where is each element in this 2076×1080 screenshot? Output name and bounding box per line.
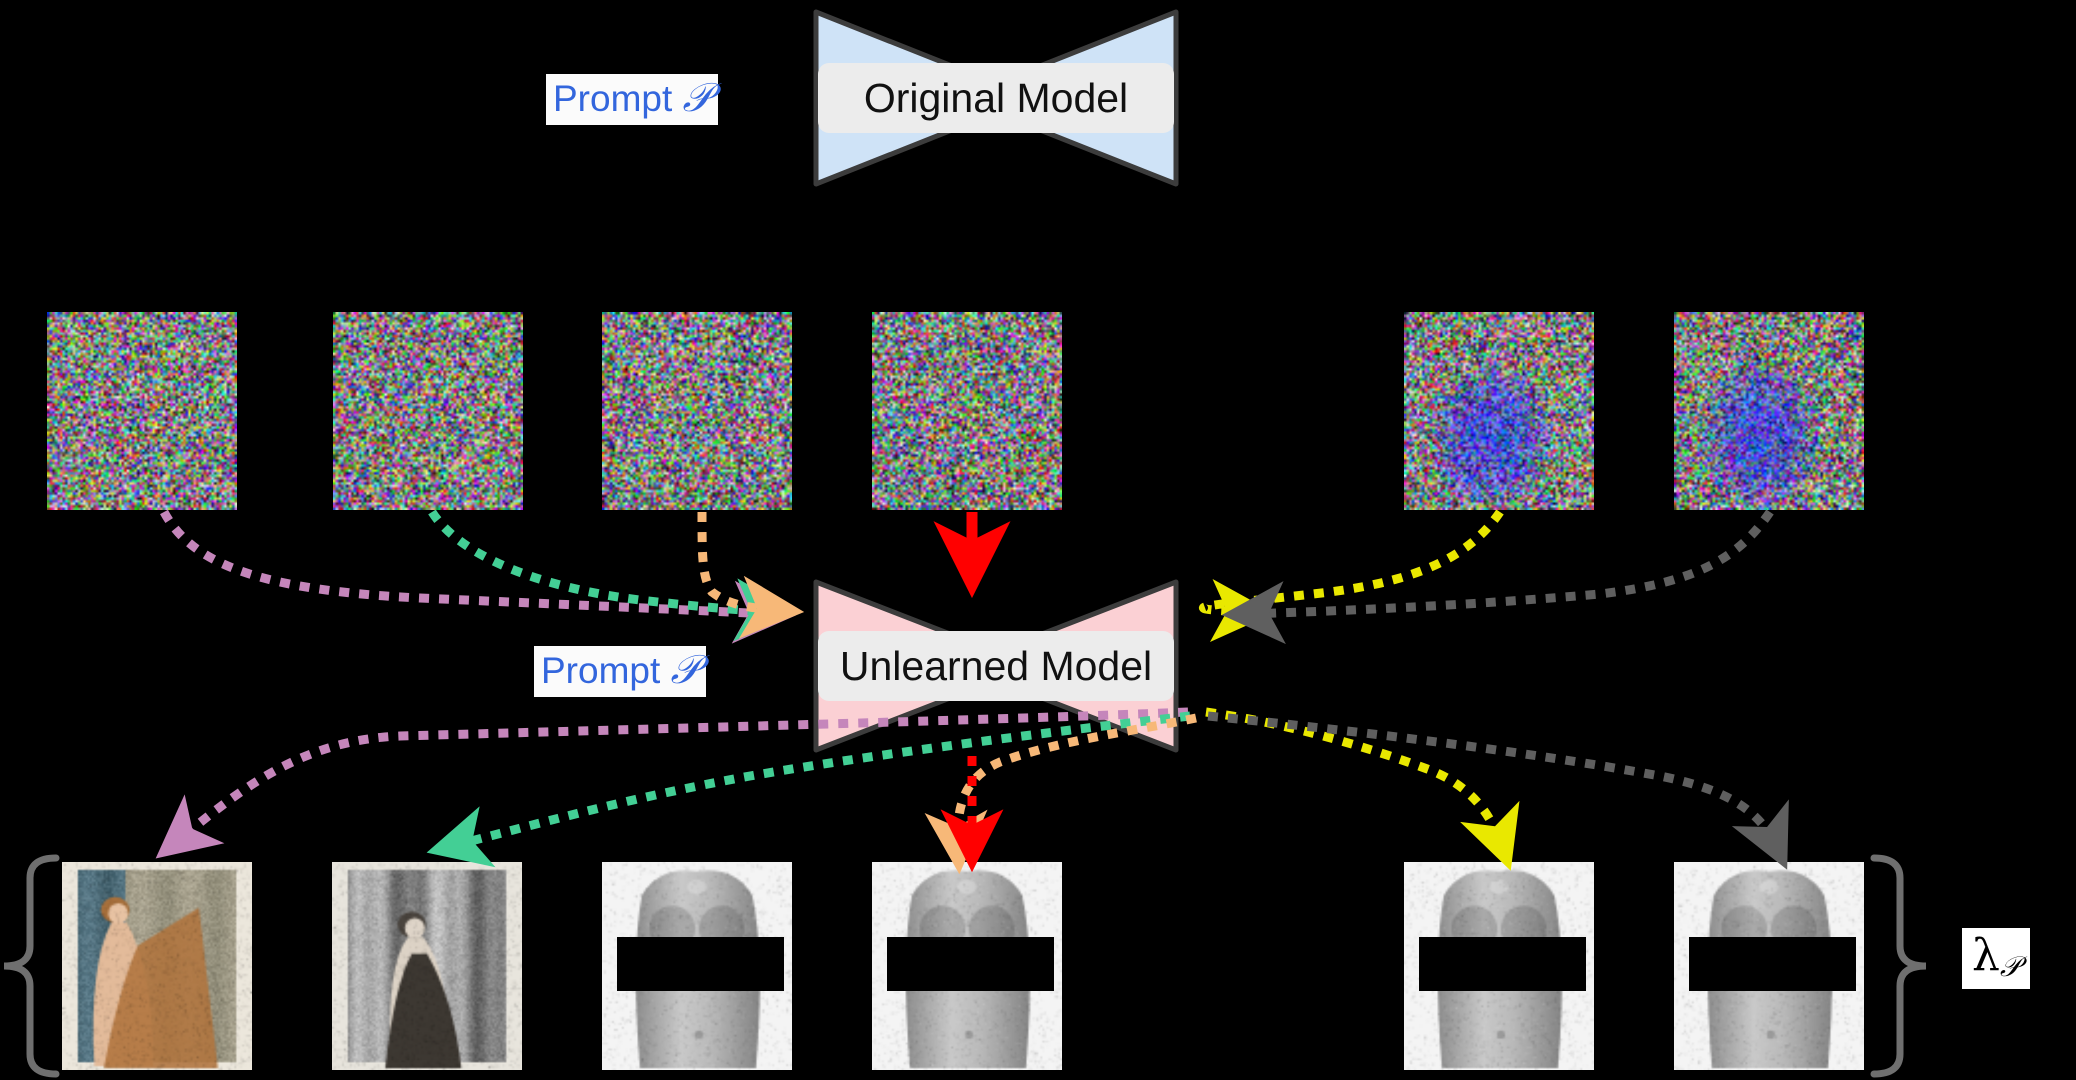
lambda-symbol: λ: [1972, 930, 2000, 981]
lambda-subscript: 𝒫: [1999, 950, 2021, 983]
brace-group: [3, 854, 1927, 1078]
lambda-penalty-label: λ𝒫: [1962, 928, 2031, 989]
right-brace: [1870, 854, 1927, 1078]
diagram-canvas: Prompt 𝒫 Original Model Unlearned Model …: [0, 0, 2076, 1080]
left-brace: [3, 854, 60, 1078]
